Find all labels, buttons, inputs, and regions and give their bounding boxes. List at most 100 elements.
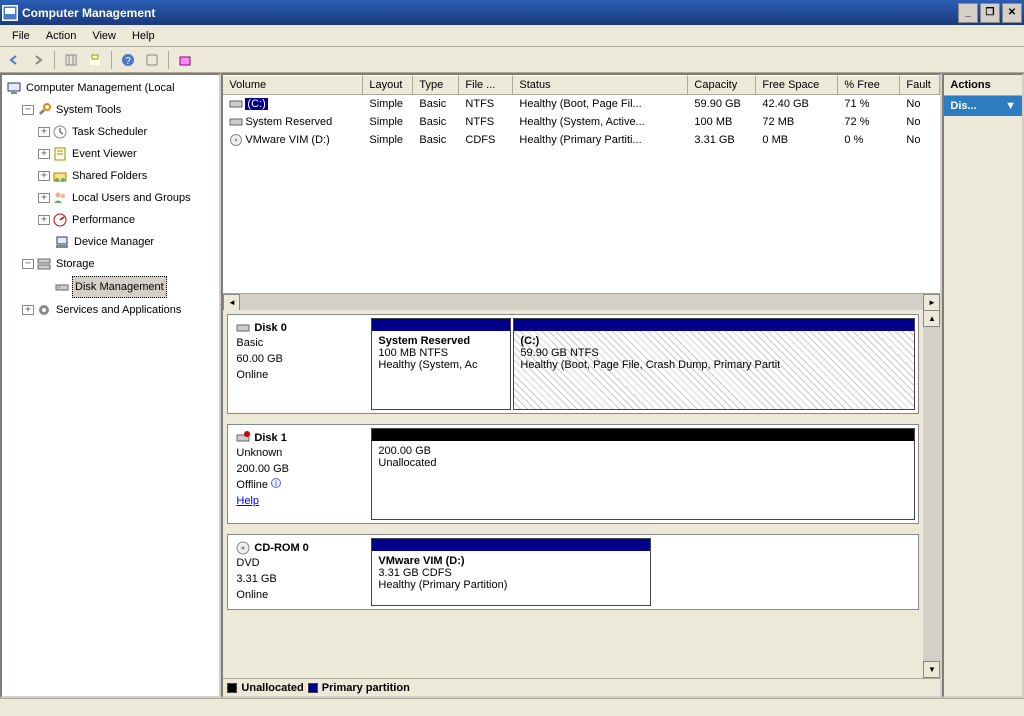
disk-0-partition-2[interactable]: (C:) 59.90 GB NTFS Healthy (Boot, Page F… [513,318,915,410]
cdrom-0-info: CD-ROM 0 DVD 3.31 GB Online [228,535,368,609]
cdrom-0-partition[interactable]: VMware VIM (D:) 3.31 GB CDFS Healthy (Pr… [371,538,651,606]
scroll-right-button[interactable]: ► [923,294,940,311]
tree-performance[interactable]: + Performance [4,209,217,231]
expand-icon[interactable]: + [38,193,50,203]
menu-view[interactable]: View [84,27,124,45]
col-pctfree[interactable]: % Free [838,75,900,94]
legend-unallocated-label: Unallocated [241,682,303,694]
actions-header: Actions [944,75,1022,96]
tree-system-tools[interactable]: − System Tools [4,99,217,121]
expand-icon[interactable]: + [38,149,50,159]
svg-text:?: ? [125,56,131,67]
disk-graphical-view: Disk 0 Basic 60.00 GB Online System Rese… [223,310,940,678]
tree-panel: Computer Management (Local − System Tool… [0,73,221,698]
svg-text:i: i [275,479,277,488]
scroll-down-button[interactable]: ▼ [923,661,940,678]
tree-device-manager[interactable]: Device Manager [4,231,217,253]
toolbar-btn-1[interactable] [61,50,81,70]
menu-file[interactable]: File [4,27,38,45]
menu-bar: File Action View Help [0,25,1024,47]
disk-0-partition-1[interactable]: System Reserved 100 MB NTFS Healthy (Sys… [371,318,511,410]
volume-row[interactable]: VMware VIM (D:)SimpleBasicCDFSHealthy (P… [223,131,940,149]
minimize-button[interactable]: _ [958,3,978,23]
drive-icon [229,97,243,111]
disk-1-row[interactable]: Disk 1 Unknown 200.00 GB Offline i Help … [227,424,919,524]
forward-button[interactable] [28,50,48,70]
help-link[interactable]: Help [236,495,259,507]
legend-unallocated-color [227,683,237,693]
window-title: Computer Management [22,6,958,20]
disk-mgmt-icon [54,279,70,295]
expand-icon[interactable]: + [22,305,34,315]
toolbar-btn-2[interactable] [85,50,105,70]
legend-primary-label: Primary partition [322,682,410,694]
clock-icon [52,124,68,140]
tree-event-viewer[interactable]: + Event Viewer [4,143,217,165]
tree-root[interactable]: Computer Management (Local [4,77,217,99]
col-capacity[interactable]: Capacity [688,75,756,94]
scroll-up-button[interactable]: ▲ [923,310,940,327]
cdrom-0-row[interactable]: CD-ROM 0 DVD 3.31 GB Online VMware VIM (… [227,534,919,610]
disk-1-unallocated[interactable]: 200.00 GB Unallocated [371,428,915,520]
toolbar: ? [0,47,1024,73]
close-button[interactable]: ✕ [1002,3,1022,23]
disk-0-row[interactable]: Disk 0 Basic 60.00 GB Online System Rese… [227,314,919,414]
tree-disk-management[interactable]: Disk Management [4,275,217,299]
shared-icon [52,168,68,184]
col-volume[interactable]: Volume [223,75,363,94]
collapse-icon[interactable]: − [22,105,34,115]
tree-shared-folders[interactable]: + Shared Folders [4,165,217,187]
device-icon [54,234,70,250]
event-icon [52,146,68,162]
main-panel: Volume Layout Type File ... Status Capac… [221,73,942,698]
col-type[interactable]: Type [413,75,459,94]
performance-icon [52,212,68,228]
volume-list: Volume Layout Type File ... Status Capac… [223,75,940,310]
expand-icon[interactable]: + [38,127,50,137]
volume-row[interactable]: System ReservedSimpleBasicNTFSHealthy (S… [223,113,940,131]
expand-icon[interactable]: + [38,171,50,181]
volume-row[interactable]: (C:)SimpleBasicNTFSHealthy (Boot, Page F… [223,95,940,113]
collapse-icon[interactable]: − [22,259,34,269]
toolbar-btn-4[interactable] [175,50,195,70]
actions-item-disk[interactable]: Dis... ▼ [944,96,1022,116]
help-button[interactable]: ? [118,50,138,70]
services-icon [36,302,52,318]
col-fault[interactable]: Fault [900,75,940,94]
actions-panel: Actions Dis... ▼ [942,73,1024,698]
disk-1-info: Disk 1 Unknown 200.00 GB Offline i Help [228,425,368,523]
tree-storage[interactable]: − Storage [4,253,217,275]
back-button[interactable] [4,50,24,70]
horizontal-scrollbar[interactable]: ◄ ► [223,293,940,310]
vertical-scrollbar[interactable]: ▲ ▼ [923,310,940,678]
expand-icon[interactable]: + [38,215,50,225]
tree-local-users[interactable]: + Local Users and Groups [4,187,217,209]
title-bar: Computer Management _ ❐ ✕ [0,0,1024,25]
col-freespace[interactable]: Free Space [756,75,838,94]
disk-icon [236,321,250,335]
app-icon [2,5,18,21]
cdrom-icon [236,541,250,555]
storage-icon [36,256,52,272]
legend: Unallocated Primary partition [223,678,940,696]
tree-task-scheduler[interactable]: + Task Scheduler [4,121,217,143]
computer-icon [6,80,22,96]
info-icon: i [271,479,281,491]
drive-icon [229,133,243,147]
disk-0-info: Disk 0 Basic 60.00 GB Online [228,315,368,413]
drive-icon [229,115,243,129]
maximize-button[interactable]: ❐ [980,3,1000,23]
status-bar [0,698,1024,716]
menu-help[interactable]: Help [124,27,163,45]
list-header: Volume Layout Type File ... Status Capac… [223,75,940,95]
col-layout[interactable]: Layout [363,75,413,94]
legend-primary-color [308,683,318,693]
scroll-left-button[interactable]: ◄ [223,294,240,311]
col-status[interactable]: Status [513,75,688,94]
disk-unknown-icon [236,431,250,445]
tools-icon [36,102,52,118]
menu-action[interactable]: Action [38,27,85,45]
col-filesystem[interactable]: File ... [459,75,513,94]
toolbar-btn-3[interactable] [142,50,162,70]
tree-services-apps[interactable]: + Services and Applications [4,299,217,321]
